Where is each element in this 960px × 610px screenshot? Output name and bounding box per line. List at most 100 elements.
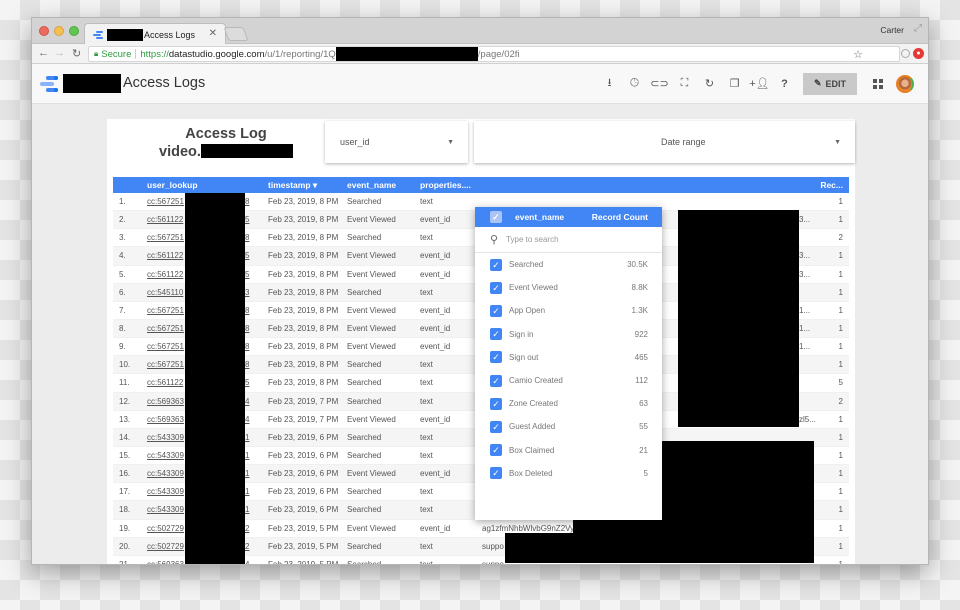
option-checkbox[interactable]: ✓ [490, 258, 502, 271]
dropdown-option[interactable]: ✓ Sign in 922 [475, 323, 662, 346]
apps-grid-icon[interactable] [865, 71, 890, 96]
user-lookup-suffix[interactable]: 4 [245, 397, 249, 406]
user-lookup-link[interactable]: cc:567251 [147, 342, 184, 351]
dropdown-option[interactable]: ✓ Searched 30.5K [475, 253, 662, 276]
zoom-window-button[interactable] [69, 26, 79, 36]
extension-icon[interactable] [901, 49, 910, 58]
column-header-timestamp[interactable]: timestamp ▾ [268, 180, 317, 191]
link-icon[interactable]: ⊂⊃ [647, 71, 672, 96]
user-lookup-suffix[interactable]: 5 [245, 251, 249, 260]
copy-icon[interactable]: ❐ [722, 71, 747, 96]
user-lookup-suffix[interactable]: 1 [245, 451, 249, 460]
tab-close-icon[interactable]: ✕ [209, 28, 217, 39]
user-lookup-link[interactable]: cc:543309 [147, 487, 184, 496]
user-lookup-link[interactable]: cc:561122 [147, 215, 183, 224]
user-lookup-suffix[interactable]: 2 [245, 542, 249, 551]
option-checkbox[interactable]: ✓ [490, 397, 502, 410]
reload-icon[interactable]: ↻ [72, 47, 81, 60]
user-lookup-suffix[interactable]: 1 [245, 505, 249, 514]
bookmark-star-icon[interactable]: ☆ [853, 48, 863, 61]
avatar[interactable] [896, 74, 914, 93]
address-bar[interactable]: 🔒︎ Secure https:// datastudio.google.com… [88, 46, 900, 62]
extension-alert-icon[interactable]: ● [913, 48, 924, 59]
column-header-event-name[interactable]: event_name [347, 180, 396, 190]
user-lookup-suffix[interactable]: 5 [245, 215, 249, 224]
user-lookup-link[interactable]: cc:567251 [147, 197, 184, 206]
dropdown-option[interactable]: ✓ Event Viewed 8.8K [475, 276, 662, 299]
dropdown-option[interactable]: ✓ Camio Created 112 [475, 369, 662, 392]
user-lookup-link[interactable]: cc:567251 [147, 324, 184, 333]
dropdown-search[interactable]: ⚲ Type to search [475, 227, 662, 253]
user-lookup-link[interactable]: cc:543309 [147, 451, 184, 460]
user-lookup-link[interactable]: cc:561122 [147, 270, 183, 279]
option-checkbox[interactable]: ✓ [490, 304, 502, 317]
date-range-control[interactable]: Date range ▼ [474, 121, 855, 163]
close-window-button[interactable] [39, 26, 49, 36]
row-number: 7. [119, 305, 126, 315]
option-checkbox[interactable]: ✓ [490, 328, 502, 341]
dropdown-option[interactable]: ✓ Zone Created 63 [475, 392, 662, 415]
dropdown-option[interactable]: ✓ Box Claimed 21 [475, 439, 662, 462]
user-lookup-suffix[interactable]: 8 [245, 324, 249, 333]
user-lookup-link[interactable]: cc:569363 [147, 560, 184, 564]
user-lookup-link[interactable]: cc:567251 [147, 233, 184, 242]
forward-arrow-icon[interactable]: → [54, 47, 65, 59]
option-checkbox[interactable]: ✓ [490, 444, 502, 457]
select-all-checkbox[interactable]: ✓ [490, 211, 502, 223]
user-lookup-suffix[interactable]: 1 [245, 433, 249, 442]
option-checkbox[interactable]: ✓ [490, 467, 502, 480]
user-lookup-link[interactable]: cc:543309 [147, 505, 184, 514]
option-checkbox[interactable]: ✓ [490, 351, 502, 364]
user-lookup-link[interactable]: cc:569363 [147, 397, 184, 406]
column-header-record-count[interactable]: Rec... [820, 180, 843, 190]
user-lookup-link[interactable]: cc:561122 [147, 251, 183, 260]
user-lookup-link[interactable]: cc:502729 [147, 542, 184, 551]
user-lookup-suffix[interactable]: 4 [245, 415, 249, 424]
user-lookup-link[interactable]: cc:567251 [147, 360, 184, 369]
column-header-user-lookup[interactable]: user_lookup [147, 180, 198, 190]
browser-tab[interactable]: Access Logs ✕ [84, 23, 226, 45]
dropdown-option[interactable]: ✓ Guest Added 55 [475, 415, 662, 438]
user-lookup-suffix[interactable]: 8 [245, 342, 249, 351]
user-lookup-suffix[interactable]: 5 [245, 378, 249, 387]
user-lookup-link[interactable]: cc:502729 [147, 524, 184, 533]
user-lookup-link[interactable]: cc:569363 [147, 415, 184, 424]
user-lookup-link[interactable]: cc:561122 [147, 378, 183, 387]
dropdown-option[interactable]: ✓ App Open 1.3K [475, 299, 662, 322]
user-lookup-suffix[interactable]: 8 [245, 197, 249, 206]
report-title[interactable]: Access Logs [123, 75, 205, 91]
user-lookup-suffix[interactable]: 3 [245, 288, 249, 297]
user-lookup-suffix[interactable]: 8 [245, 360, 249, 369]
user-lookup-link[interactable]: cc:543309 [147, 469, 184, 478]
new-tab-button[interactable] [223, 27, 249, 41]
data-studio-logo-icon[interactable] [40, 76, 58, 92]
user-lookup-suffix[interactable]: 8 [245, 233, 249, 242]
edit-button[interactable]: ✎ EDIT [803, 72, 857, 95]
add-person-icon[interactable]: +👤︎ [747, 71, 772, 96]
dropdown-option[interactable]: ✓ Box Deleted 5 [475, 462, 662, 485]
user-lookup-suffix[interactable]: 1 [245, 469, 249, 478]
minimize-window-button[interactable] [54, 26, 64, 36]
user-lookup-suffix[interactable]: 2 [245, 524, 249, 533]
fullscreen-icon[interactable]: ⛶ [672, 71, 697, 96]
user-lookup-suffix[interactable]: 8 [245, 306, 249, 315]
option-checkbox[interactable]: ✓ [490, 420, 502, 433]
user-lookup-suffix[interactable]: 5 [245, 270, 249, 279]
option-checkbox[interactable]: ✓ [490, 281, 502, 294]
user-lookup-link[interactable]: cc:543309 [147, 433, 184, 442]
refresh-icon[interactable]: ↻ [697, 71, 722, 96]
dropdown-option[interactable]: ✓ Sign out 465 [475, 346, 662, 369]
back-arrow-icon[interactable]: ← [38, 47, 49, 59]
download-icon[interactable]: ⭳ [597, 71, 622, 96]
profile-name[interactable]: Carter [880, 25, 904, 35]
history-icon[interactable]: 🕒︎ [622, 71, 647, 96]
user-lookup-link[interactable]: cc:567251 [147, 306, 184, 315]
column-header-properties[interactable]: properties.... [420, 180, 471, 190]
help-icon[interactable]: ? [772, 71, 797, 96]
user-id-filter[interactable]: user_id ▼ [325, 121, 468, 163]
fullscreen-toggle-icon[interactable]: ⤢ [914, 23, 922, 34]
user-lookup-suffix[interactable]: 1 [245, 487, 249, 496]
option-checkbox[interactable]: ✓ [490, 374, 502, 387]
user-lookup-link[interactable]: cc:545110 [147, 288, 183, 297]
user-lookup-suffix[interactable]: 4 [245, 560, 249, 564]
